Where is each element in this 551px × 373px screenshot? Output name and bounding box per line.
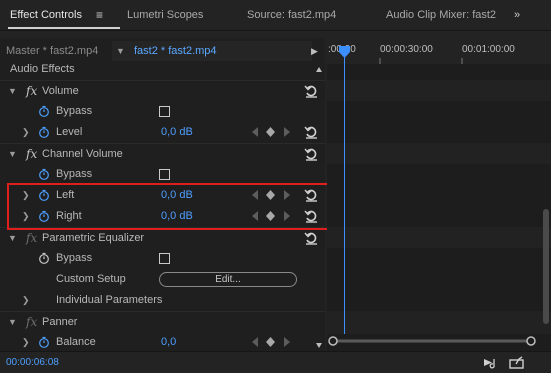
property-row-balance: ❯ Balance 0,0 — [0, 332, 325, 351]
ruler-timecode: 00:00:30:00 — [380, 44, 433, 55]
chevron-right-icon[interactable]: ❯ — [22, 290, 30, 311]
effect-row-volume[interactable]: ▼ fx Volume — [0, 80, 325, 102]
panel-tab-bar: Effect Controls ≡ Lumetri Scopes Source:… — [0, 0, 551, 31]
chevron-right-icon[interactable]: ❯ — [22, 122, 30, 143]
effect-row-parametric-equalizer[interactable]: ▼ fx Parametric Equalizer — [0, 227, 325, 249]
timeline-vertical-scrollbar[interactable] — [541, 64, 551, 334]
chevron-right-icon[interactable]: ❯ — [22, 332, 30, 353]
level-value[interactable]: 0,0 dB — [161, 122, 193, 143]
bypass-checkbox[interactable] — [159, 169, 170, 180]
property-row-bypass: Bypass — [0, 164, 325, 185]
fx-icon[interactable]: fx — [26, 144, 37, 165]
timeline-zoom-scrollbar[interactable] — [327, 334, 551, 348]
effect-row-channel-volume[interactable]: ▼ fx Channel Volume — [0, 143, 325, 165]
keyframe-track — [327, 80, 551, 101]
playhead-icon[interactable] — [339, 46, 350, 58]
fx-icon[interactable]: fx — [26, 228, 37, 249]
prev-keyframe-icon[interactable] — [252, 127, 258, 137]
tab-audio-clip-mixer[interactable]: Audio Clip Mixer: fast2 — [386, 0, 496, 30]
fx-icon[interactable]: fx — [26, 81, 37, 102]
effect-row-panner[interactable]: ▼ fx Panner — [0, 311, 325, 333]
property-row-individual-parameters: ❯ Individual Parameters — [0, 290, 325, 311]
property-row-custom-setup: Custom Setup Edit... — [0, 269, 325, 290]
keyframe-navigator — [250, 122, 295, 143]
stopwatch-icon[interactable] — [38, 105, 50, 117]
effect-timeline[interactable]: :00:00 00:00:30:00 00:01:00:00 — [327, 38, 551, 351]
chevron-down-icon: ▼ — [116, 46, 125, 56]
tab-lumetri-scopes[interactable]: Lumetri Scopes — [127, 0, 203, 30]
sequence-clip-label: fast2 * fast2.mp4 — [134, 45, 217, 57]
time-ruler[interactable]: :00:00 00:00:30:00 00:01:00:00 — [327, 38, 551, 64]
property-row-level: ❯ Level 0,0 dB — [0, 122, 325, 143]
ruler-timecode: 00:01:00:00 — [462, 44, 515, 55]
playhead-line — [344, 52, 345, 334]
next-keyframe-icon[interactable] — [284, 337, 290, 347]
tab-overflow-icon[interactable]: » — [514, 0, 520, 30]
keyframe-track — [327, 311, 551, 334]
add-keyframe-icon[interactable] — [266, 127, 275, 137]
property-row-bypass: Bypass — [0, 101, 325, 122]
status-bar: 00:00:06:08 — [0, 351, 551, 373]
tab-source-monitor[interactable]: Source: fast2.mp4 — [247, 0, 336, 30]
add-keyframe-icon[interactable] — [266, 337, 275, 347]
highlight-box — [7, 183, 329, 230]
bypass-checkbox[interactable] — [159, 106, 170, 117]
keyframe-navigator — [250, 332, 295, 353]
current-timecode[interactable]: 00:00:06:08 — [6, 352, 59, 373]
tab-effect-controls[interactable]: Effect Controls — [10, 0, 82, 30]
chevron-down-icon[interactable]: ▼ — [8, 228, 17, 249]
sequence-clip-selector[interactable]: ▼ fast2 * fast2.mp4 — [112, 41, 312, 61]
stopwatch-icon[interactable] — [38, 168, 50, 180]
chevron-down-icon[interactable]: ▼ — [8, 81, 17, 102]
fx-icon[interactable]: fx — [26, 312, 37, 333]
balance-value[interactable]: 0,0 — [161, 332, 176, 353]
stopwatch-icon[interactable] — [38, 336, 50, 348]
property-row-bypass: Bypass — [0, 248, 325, 269]
stopwatch-icon[interactable] — [38, 126, 50, 138]
export-frame-icon[interactable] — [509, 356, 525, 369]
keyframe-track — [327, 227, 551, 248]
tab-effect-controls-label: Effect Controls — [10, 9, 82, 21]
next-keyframe-icon[interactable] — [284, 127, 290, 137]
audio-effects-header: Audio Effects — [10, 63, 75, 75]
keyframe-track — [327, 143, 551, 164]
play-audio-icon[interactable] — [483, 356, 499, 369]
edit-button[interactable]: Edit... — [159, 272, 297, 287]
prev-keyframe-icon[interactable] — [252, 337, 258, 347]
ruler-ticks — [379, 58, 463, 64]
chevron-down-icon[interactable]: ▼ — [8, 312, 17, 333]
chevron-down-icon[interactable]: ▼ — [8, 144, 17, 165]
active-tab-indicator — [8, 27, 120, 29]
stopwatch-icon[interactable] — [38, 252, 50, 264]
bypass-checkbox[interactable] — [159, 253, 170, 264]
